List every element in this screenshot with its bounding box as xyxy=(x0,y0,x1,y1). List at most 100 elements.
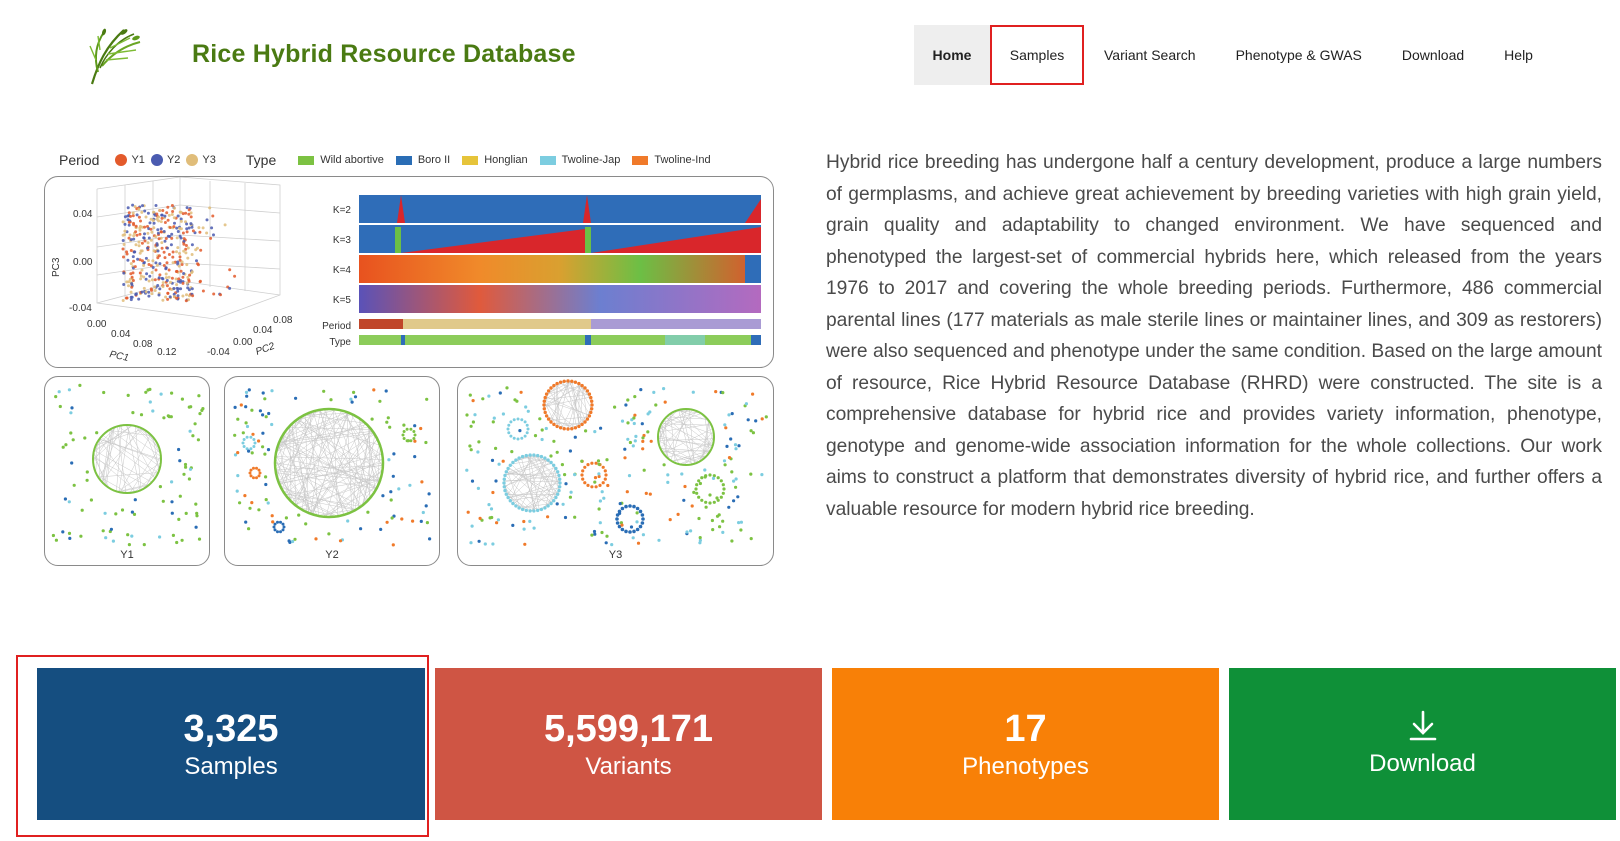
network-node xyxy=(85,478,89,482)
network-node xyxy=(585,389,590,393)
network-node xyxy=(54,395,58,399)
network-node xyxy=(469,541,473,545)
pca-point xyxy=(172,206,176,210)
pca-point xyxy=(125,280,129,284)
pca-point xyxy=(122,283,126,286)
phenotypes-stat-card[interactable]: 17 Phenotypes xyxy=(832,668,1219,820)
pca-point xyxy=(178,251,181,255)
pca-point xyxy=(150,288,153,292)
pca-point xyxy=(156,249,160,253)
pca-point xyxy=(185,263,189,267)
network-node xyxy=(120,508,125,512)
network-node xyxy=(593,532,597,536)
pca-point xyxy=(147,294,151,298)
pca-point xyxy=(154,268,158,272)
network-node xyxy=(668,518,672,522)
pca-point xyxy=(181,212,185,216)
network-node xyxy=(723,463,727,467)
network-node xyxy=(695,491,699,495)
pca-point xyxy=(142,236,146,240)
pca-point xyxy=(147,279,151,283)
pca-point xyxy=(131,279,135,282)
network-node xyxy=(252,466,255,470)
pca-point xyxy=(167,268,171,272)
pca-point xyxy=(138,271,142,275)
pca-point xyxy=(186,275,190,279)
network-node xyxy=(67,531,72,535)
network-node xyxy=(57,390,61,394)
nav-phenotype-gwas[interactable]: Phenotype & GWAS xyxy=(1216,25,1382,85)
rice-plant-icon[interactable] xyxy=(84,24,144,86)
network-node xyxy=(279,530,282,534)
nav-samples[interactable]: Samples xyxy=(990,25,1084,85)
network-node xyxy=(631,444,635,448)
download-card[interactable]: Download xyxy=(1229,668,1616,820)
network-node xyxy=(620,523,624,527)
network-node xyxy=(251,432,255,436)
network-node xyxy=(708,473,712,477)
pca-point xyxy=(167,253,171,256)
network-node xyxy=(739,520,743,524)
network-node xyxy=(406,439,410,443)
pca-point xyxy=(190,243,194,247)
pca-point xyxy=(166,291,170,295)
network-node xyxy=(175,540,179,545)
pca-point xyxy=(122,255,125,259)
network-node xyxy=(697,495,701,499)
network-node xyxy=(402,430,406,433)
pca-point xyxy=(187,208,191,212)
network-node xyxy=(593,480,597,484)
network-node xyxy=(517,456,521,460)
network-node xyxy=(242,445,246,448)
network-node xyxy=(542,399,546,403)
intro-description: Hybrid rice breeding has undergone half … xyxy=(826,152,1602,520)
network-node xyxy=(502,477,506,481)
pca-point xyxy=(134,224,138,228)
pca-point xyxy=(121,247,125,251)
pc1-tick: 0.08 xyxy=(133,339,153,350)
pca-point xyxy=(166,218,170,222)
network-node xyxy=(244,390,249,394)
network-node xyxy=(744,402,748,406)
pca-point xyxy=(198,279,202,283)
nav-variant-search[interactable]: Variant Search xyxy=(1084,25,1216,85)
network-node xyxy=(593,476,598,480)
network-node xyxy=(700,498,704,502)
network-node xyxy=(162,416,166,420)
network-node xyxy=(257,508,261,512)
site-title[interactable]: Rice Hybrid Resource Database xyxy=(192,40,576,69)
network-node xyxy=(488,516,492,520)
network-node xyxy=(264,415,268,419)
pca-point xyxy=(174,277,178,281)
nav-help[interactable]: Help xyxy=(1484,25,1553,85)
network-node xyxy=(526,427,530,431)
pca-point xyxy=(138,232,142,236)
network-node xyxy=(680,472,684,476)
pca-point xyxy=(157,276,161,280)
pca-point xyxy=(198,230,202,234)
network-node xyxy=(498,391,502,395)
pca-point xyxy=(123,222,127,226)
pca-point xyxy=(172,225,176,229)
network-node xyxy=(72,483,76,487)
pca-point xyxy=(210,226,214,230)
network-node xyxy=(558,481,562,485)
samples-stat-card[interactable]: 3,325 Samples xyxy=(37,668,425,820)
pca-point xyxy=(170,236,174,240)
network-node xyxy=(523,420,527,424)
network-node xyxy=(722,487,726,491)
network-node xyxy=(366,510,370,514)
network-node xyxy=(708,493,712,497)
variants-stat-card[interactable]: 5,599,171 Variants xyxy=(435,668,822,820)
pca-point xyxy=(122,243,126,246)
pca-point xyxy=(126,258,130,262)
network-graphic-y2 xyxy=(233,388,432,547)
pca-point xyxy=(123,229,127,233)
network-node xyxy=(61,530,65,534)
nav-download[interactable]: Download xyxy=(1382,25,1484,85)
network-node xyxy=(261,391,265,395)
network-node xyxy=(590,407,594,411)
pca-point xyxy=(129,238,133,242)
nav-home[interactable]: Home xyxy=(914,25,990,85)
pca-point xyxy=(127,220,131,224)
